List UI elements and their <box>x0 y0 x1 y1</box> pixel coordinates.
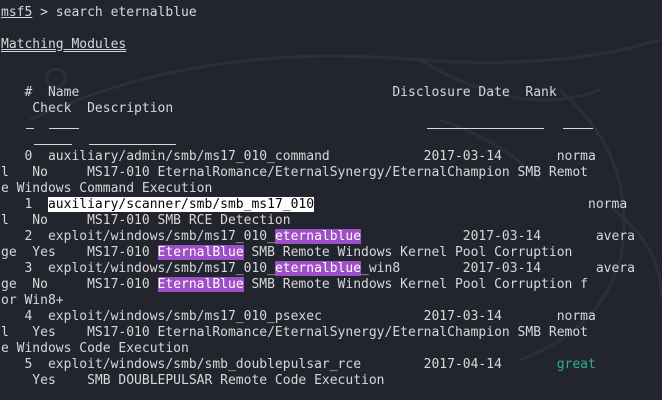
terminal-window[interactable]: msf5 > search eternalblue Matching Modul… <box>0 0 662 400</box>
row-text: Yes SMB DOUBLEPULSAR Remote Code Executi… <box>1 373 385 388</box>
rank-great: great <box>556 357 596 372</box>
table-header-line-1: # Name Disclosure Date Rank <box>1 85 557 100</box>
section-title: Matching Modules <box>1 37 126 53</box>
selected-module-name: auxiliary/scanner/smb/smb_ms17_010 <box>47 197 315 212</box>
row-text: _win8 2017-03-14 avera <box>361 261 635 276</box>
table-header-line-2: Check Description <box>1 101 174 116</box>
row-text: e Windows Command Execution <box>1 181 213 196</box>
prompt-host: msf5 <box>1 5 33 20</box>
search-match-highlight: EternalBlue <box>157 277 244 292</box>
row-text: 3 exploit/windows/smb/ms17_010_ <box>1 261 275 276</box>
table-row-continuation: e Windows Command Execution <box>1 181 212 197</box>
col-underline-disclosure-date <box>427 128 544 129</box>
row-text: 4 exploit/windows/smb/ms17_010_psexec 20… <box>1 309 596 324</box>
table-row: 3 exploit/windows/smb/ms17_010_eternalbl… <box>1 261 635 277</box>
row-text: l No MS17-010 SMB RCE Detection <box>1 213 291 228</box>
table-row: 2 exploit/windows/smb/ms17_010_eternalbl… <box>1 229 635 245</box>
command-prompt-line: msf5 > search eternalblue <box>1 5 197 21</box>
table-row: 1 auxiliary/scanner/smb/smb_ms17_010 nor… <box>1 197 627 213</box>
search-match-highlight: eternalblue <box>274 229 362 244</box>
col-underline-description <box>89 144 176 145</box>
row-text: l No MS17-010 EternalRomance/EternalSyne… <box>1 165 588 180</box>
table-row: 0 auxiliary/admin/smb/ms17_010_command 2… <box>1 149 596 165</box>
table-row-continuation: Yes SMB DOUBLEPULSAR Remote Code Executi… <box>1 373 385 389</box>
row-text: 5 exploit/windows/smb/smb_doublepulsar_r… <box>1 357 557 372</box>
row-text: l Yes MS17-010 EternalRomance/EternalSyn… <box>1 325 588 340</box>
search-match-highlight: EternalBlue <box>157 245 244 260</box>
table-row-continuation: or Win8+ <box>1 293 64 309</box>
table-row-continuation: ge No MS17-010 EternalBlue SMB Remote Wi… <box>1 277 588 293</box>
table-row: 5 exploit/windows/smb/smb_doublepulsar_r… <box>1 357 596 373</box>
section-title-text: Matching Modules <box>1 37 127 52</box>
row-text: SMB Remote Windows Kernel Pool Corruptio… <box>243 245 573 260</box>
row-text: e Windows Code Execution <box>1 341 189 356</box>
command-text: search eternalblue <box>55 5 197 20</box>
row-text: 2 exploit/windows/smb/ms17_010_ <box>1 229 275 244</box>
col-underline-name <box>49 128 79 129</box>
table-header-underline <box>0 117 662 133</box>
col-underline-rank <box>563 128 593 129</box>
table-header-underline-2 <box>0 133 662 149</box>
table-row-continuation: l Yes MS17-010 EternalRomance/EternalSyn… <box>1 325 588 341</box>
row-text: norma <box>314 197 628 212</box>
table-row-continuation: l No MS17-010 EternalRomance/EternalSyne… <box>1 165 588 181</box>
row-text: ge Yes MS17-010 <box>1 245 158 260</box>
table-row: 4 exploit/windows/smb/ms17_010_psexec 20… <box>1 309 596 325</box>
row-text: 1 <box>1 197 48 212</box>
col-underline-check <box>34 144 72 145</box>
row-text: 2017-03-14 avera <box>361 229 635 244</box>
prompt-separator: > <box>32 5 56 20</box>
row-text: 0 auxiliary/admin/smb/ms17_010_command 2… <box>1 149 596 164</box>
table-row-continuation: l No MS17-010 SMB RCE Detection <box>1 213 291 229</box>
table-row-continuation: ge Yes MS17-010 EternalBlue SMB Remote W… <box>1 245 572 261</box>
search-match-highlight: eternalblue <box>274 261 362 276</box>
row-text: SMB Remote Windows Kernel Pool Corruptio… <box>243 277 589 292</box>
table-row-continuation: e Windows Code Execution <box>1 341 189 357</box>
row-text: or Win8+ <box>1 293 64 308</box>
row-text: ge No MS17-010 <box>1 277 158 292</box>
col-underline-number <box>26 128 34 129</box>
